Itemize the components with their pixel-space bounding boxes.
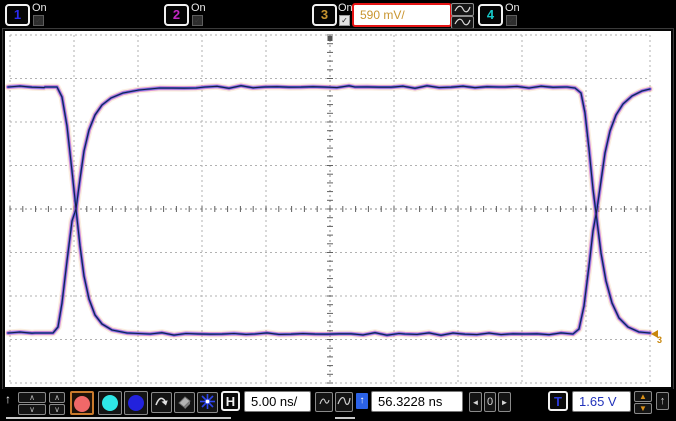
channel-1-checkbox[interactable] [33,15,44,26]
channel-2-button[interactable]: 2 [164,4,189,26]
sine-wave-icon [452,5,473,13]
scope-graticule-and-traces: 3 [4,31,671,387]
cyan-circle-icon [102,395,118,411]
delay-left-button[interactable]: ◄ [469,392,482,412]
trigger-slope-button[interactable]: ↑ [656,392,669,410]
sun-icon [199,394,216,414]
delay-right-button[interactable]: ► [498,392,511,412]
channel-2-on-label: On [191,2,206,14]
persistence-button[interactable] [151,392,172,413]
delay-zero-button[interactable]: 0 [484,392,496,412]
oscilloscope-screen: 1 On 2 On 3 On 590 mV/ 4 On 3 ↑ ∧ ∨ ∧ ∨ [0,0,676,421]
channel-1-button[interactable]: 1 [5,4,30,26]
trigger-slope-indicator[interactable]: ↑ [356,393,368,409]
palette-blue-button[interactable] [124,391,148,415]
horizontal-menu-button[interactable]: H [221,391,240,411]
large-sine-icon [337,396,351,413]
channel-4-on-label: On [505,2,520,14]
channel-3-button[interactable]: 3 [312,4,337,26]
blue-circle-icon [128,395,144,411]
sine-wave-icon [452,18,473,26]
scale-coarse-adjust-button[interactable] [451,3,474,16]
intensity-down-button[interactable]: ∨ [18,404,46,415]
trigger-position-marker [327,36,333,41]
ch3-ground-marker-label: 3 [657,335,662,345]
waveform-display-area: 3 [3,29,673,389]
trigger-level-up-button[interactable]: ▲ [634,391,652,402]
bottom-bar: ↑ ∧ ∨ ∧ ∨ H 5.00 ns/ ↑ 56.3228 ns ◄ 0 ► … [2,389,674,417]
top-bar: 1 On 2 On 3 On 590 mV/ 4 On [2,2,674,29]
delay-time-field[interactable]: 56.3228 ns [371,391,463,412]
bottom-edge-highlight [6,417,231,419]
channel-3-scale-field[interactable]: 590 mV/ [352,3,452,27]
intensity-up-button[interactable]: ∧ [18,392,46,403]
trigger-menu-button[interactable]: T [548,391,568,411]
clear-display-button[interactable] [174,392,195,413]
fine-up-button[interactable]: ∧ [49,392,65,403]
up-arrow-icon[interactable]: ↑ [5,392,11,406]
channel-1-on-label: On [32,2,47,14]
trigger-level-down-button[interactable]: ▼ [634,403,652,414]
palette-cyan-button[interactable] [98,391,122,415]
palette-red-button[interactable] [70,391,94,415]
timebase-fine-button[interactable] [315,392,333,412]
trigger-level-field[interactable]: 1.65 V [572,391,631,412]
channel-4-button[interactable]: 4 [478,4,503,26]
channel-4-checkbox[interactable] [506,15,517,26]
brightness-button[interactable] [197,392,218,413]
timebase-coarse-button[interactable] [335,392,353,412]
red-circle-icon [74,396,90,412]
channel-2-checkbox[interactable] [192,15,203,26]
bottom-edge-tick [335,417,355,419]
timebase-field[interactable]: 5.00 ns/ [244,391,311,412]
fine-down-button[interactable]: ∨ [49,404,65,415]
channel-3-checkbox[interactable] [339,15,350,26]
wave-arrow-icon [153,397,170,414]
small-sine-icon [318,396,330,413]
scale-fine-adjust-button[interactable] [451,16,474,29]
eraser-icon [176,396,193,414]
channel-3-on-label: On [338,2,353,14]
